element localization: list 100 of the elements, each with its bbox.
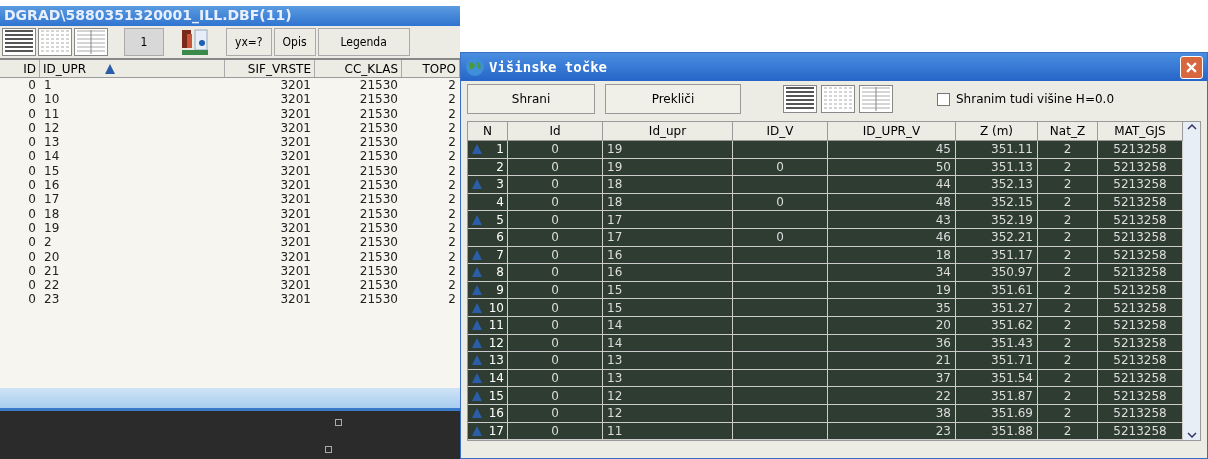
table-cell-text: 21530 [358, 92, 399, 107]
table-cell: 21 [828, 352, 956, 370]
table-cell: 6 [496, 230, 504, 245]
table-cell-text: 3201 [279, 278, 312, 293]
table-cell: 2 [1038, 299, 1098, 317]
table-cell-text: 21530 [358, 249, 399, 264]
scrollbar[interactable] [1184, 122, 1200, 441]
table-cell-text: 21530 [358, 278, 399, 293]
table-cell-text: 21530 [358, 292, 399, 307]
table-cell: 17 [603, 211, 733, 229]
table-cell-text: 2 [447, 263, 457, 279]
table-cell-text: 3201 [279, 149, 312, 164]
table-cell: 10 [488, 300, 504, 315]
column-header[interactable]: Id_upr [603, 122, 733, 141]
dialog-button[interactable]: Shrani [467, 84, 595, 114]
dialog-button[interactable]: Prekliči [605, 84, 741, 114]
column-header[interactable]: CC_KLAS [315, 60, 402, 77]
column-header[interactable]: Nat_Z [1038, 122, 1098, 141]
toolbar-button[interactable]: Legenda [317, 28, 410, 56]
column-header[interactable]: ID_UPR_V [828, 122, 956, 141]
horizontal-scrollbar[interactable] [0, 388, 460, 411]
close-icon[interactable] [1186, 61, 1197, 73]
column-header[interactable]: Z (m) [956, 122, 1038, 141]
checkbox[interactable] [937, 92, 950, 106]
table-cell-text: 20 [43, 249, 61, 264]
table-cell-text: 21530 [358, 120, 399, 136]
table-cell-text: 0 [27, 235, 37, 250]
table-cell: 351.11 [956, 141, 1038, 159]
toolbar-button[interactable]: yx=? [226, 28, 272, 56]
table-cell: 5213258 [1098, 387, 1183, 405]
scroll-down-icon[interactable] [1187, 430, 1197, 441]
table-cell-text: 0 [27, 206, 37, 221]
row-marker-icon [471, 424, 483, 437]
globe-icon [465, 57, 485, 77]
page-button[interactable]: 1 [124, 28, 164, 56]
table-cell-text: 14 [43, 149, 61, 164]
column-header[interactable]: ID_UPR [40, 60, 225, 77]
table-cell: 5213258 [1098, 211, 1183, 229]
row-marker-icon [471, 178, 483, 191]
column-header[interactable]: Id [508, 122, 603, 141]
marker-icon [325, 446, 332, 453]
table-cell-text: 2 [43, 235, 53, 250]
table-cell-text: 0 [27, 106, 37, 121]
table-cell: 4 [496, 195, 504, 210]
toolbar-button[interactable]: Opis [273, 28, 316, 56]
table-cell: 44 [828, 176, 956, 194]
column-header[interactable]: MAT_GJS [1098, 122, 1183, 141]
table-cell-text: 0 [27, 292, 37, 307]
table-cell: 43 [828, 211, 956, 229]
sort-icon [104, 62, 117, 75]
table-cell-text: 0 [27, 149, 37, 164]
table-cell: 0 [508, 352, 603, 370]
map-layers-icon[interactable] [180, 28, 210, 56]
table-cell-text: 2 [447, 278, 457, 293]
column-header[interactable]: ID_V [733, 122, 828, 141]
table-cell: 5 [496, 212, 504, 227]
table-cell: 0 [508, 299, 603, 317]
marker-icon [335, 419, 342, 426]
table-cell-text: 2 [447, 178, 457, 193]
table-cell-text: 22 [43, 278, 61, 293]
table-cell: 13 [488, 353, 504, 368]
column-header[interactable]: SIF_VRSTE [225, 60, 315, 77]
grid-icon[interactable] [74, 28, 108, 56]
grid-icon[interactable] [859, 85, 893, 113]
table-cell-text: 3201 [279, 78, 312, 93]
table-cell: 16 [603, 264, 733, 282]
grid-icon[interactable] [783, 85, 817, 113]
table-cell: 0 [508, 141, 603, 159]
table-cell: 45 [828, 141, 956, 159]
table-cell: 2 [1038, 264, 1098, 282]
table-cell: 5213258 [1098, 352, 1183, 370]
table-cell: 0 [508, 211, 603, 229]
table-cell: 34 [828, 264, 956, 282]
close-button[interactable] [1180, 55, 1203, 79]
scroll-up-icon[interactable] [1187, 122, 1197, 132]
table-cell-text: 3201 [279, 163, 312, 179]
grid-icon[interactable] [2, 28, 36, 56]
grid-icon[interactable] [38, 28, 72, 56]
table-cell-text: 2 [447, 120, 457, 136]
table-cell: 2 [496, 159, 504, 174]
table-cell-text: 2 [447, 106, 457, 121]
table-cell: 5213258 [1098, 299, 1183, 317]
table-cell: 350.97 [956, 264, 1038, 282]
column-header[interactable]: ID [0, 60, 40, 77]
table-cell: 351.87 [956, 387, 1038, 405]
grid-icon[interactable] [821, 85, 855, 113]
table-cell: 8 [496, 265, 504, 280]
table-cell: 5213258 [1098, 141, 1183, 159]
table-cell-text: 3201 [279, 263, 312, 279]
column-header[interactable]: N [468, 122, 508, 141]
table-cell: 2 [1038, 176, 1098, 194]
table-cell-text: 3201 [279, 249, 312, 264]
table-cell: 15 [488, 388, 504, 403]
table-cell-text: 0 [27, 78, 37, 93]
table-cell-text: 0 [27, 163, 37, 179]
table-cell-text: 17 [43, 192, 61, 207]
table-cell: 0 [508, 264, 603, 282]
table-cell: 3 [496, 177, 504, 192]
row-marker-icon [471, 213, 483, 226]
table-cell-text: 16 [43, 178, 61, 193]
